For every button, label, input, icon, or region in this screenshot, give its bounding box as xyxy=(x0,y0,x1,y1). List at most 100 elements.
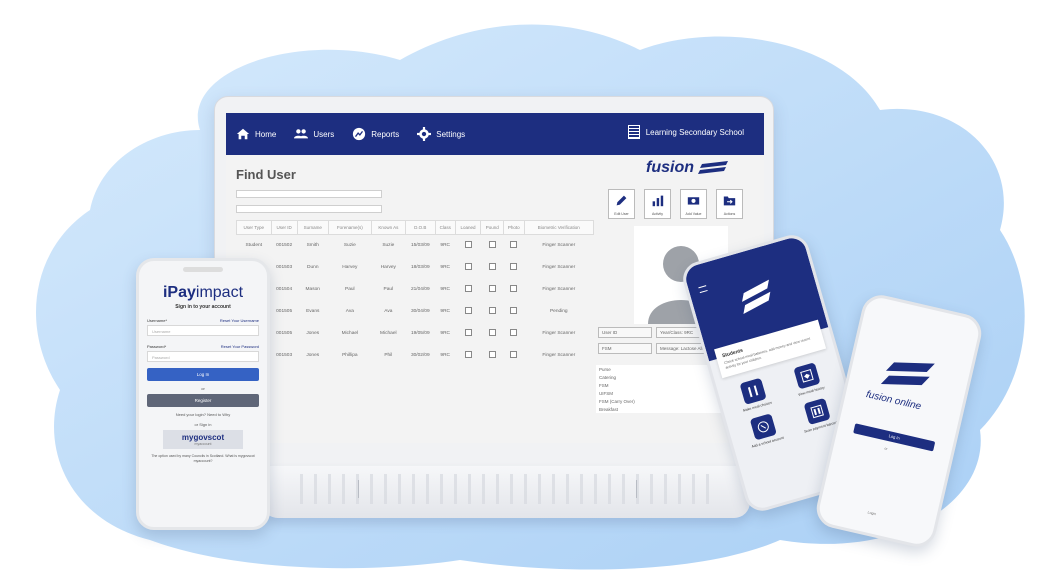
nav-reports-label: Reports xyxy=(371,129,400,139)
col-header[interactable]: Loaned xyxy=(454,220,482,235)
search-input-secondary[interactable] xyxy=(236,205,382,213)
password-input[interactable]: Password xyxy=(147,351,259,362)
add-value-button[interactable]: Add Value xyxy=(680,189,707,219)
register-button[interactable]: Register xyxy=(147,394,259,407)
hamburger-icon[interactable] xyxy=(698,285,708,294)
school-label: Learning Secondary School xyxy=(645,127,744,137)
cell: Smith xyxy=(306,243,319,249)
users-table: User Type User ID Surname Forename(s) Kn… xyxy=(236,220,595,367)
search-input[interactable] xyxy=(236,190,382,198)
reports-icon xyxy=(353,127,366,141)
loaned-checkbox[interactable] xyxy=(455,257,481,279)
table-row[interactable]: Student 001505 Evans Ava Ava 30/04/09 9R… xyxy=(237,301,594,323)
col-header[interactable]: D.O.B xyxy=(404,220,436,235)
table-row[interactable]: Student 001503 Jones Phillipa Phil 30/02… xyxy=(237,345,594,367)
col-header[interactable]: Photo xyxy=(503,220,525,235)
cell: 9RC xyxy=(440,331,451,336)
top-nav: Home Users Reports Settings Learning Sec… xyxy=(226,113,764,155)
pound-checkbox[interactable] xyxy=(481,345,504,367)
mygovscot-button[interactable]: mygovscot myaccount xyxy=(163,430,243,449)
school-name[interactable]: Learning Secondary School xyxy=(627,125,744,139)
table-header-row: User Type User ID Surname Forename(s) Kn… xyxy=(236,220,595,235)
nav-reports[interactable]: Reports xyxy=(352,127,399,141)
cell: Suzie xyxy=(343,243,356,249)
tile-add-account[interactable]: Add a school account xyxy=(737,410,791,451)
photo-checkbox[interactable] xyxy=(504,301,525,323)
table-row[interactable]: Student 001503 Dunn Harvey Harvey 18/03/… xyxy=(237,257,594,279)
col-header[interactable]: Pound xyxy=(480,220,505,235)
edit-user-button[interactable]: Edit User xyxy=(608,189,635,219)
fusion-emblem-icon xyxy=(742,279,771,314)
cell: 9RC xyxy=(440,265,451,270)
loaned-checkbox[interactable] xyxy=(455,235,481,257)
username-label: Username* xyxy=(147,318,168,323)
laptop-keyboard xyxy=(300,474,720,504)
pound-checkbox[interactable] xyxy=(481,301,504,323)
col-header[interactable]: User ID xyxy=(270,220,298,235)
signin-subtitle: Sign in to your account xyxy=(175,304,231,310)
money-icon xyxy=(687,197,700,205)
cell: 001502 xyxy=(276,243,293,249)
col-header[interactable]: Known As xyxy=(370,220,406,235)
cell: Jones xyxy=(306,331,320,336)
login-button[interactable]: Log In xyxy=(147,368,259,381)
cell: 9RC xyxy=(440,353,451,358)
folder-arrow-icon xyxy=(723,196,736,206)
phone-icon xyxy=(757,421,769,433)
loaned-checkbox[interactable] xyxy=(455,345,481,367)
fsm-field[interactable]: FSM xyxy=(598,343,652,354)
reset-username-link[interactable]: Reset Your Username xyxy=(220,318,259,323)
tile-meal-choices[interactable]: Make meal choices xyxy=(727,374,781,415)
col-header[interactable]: User Type xyxy=(236,220,272,235)
nav-settings[interactable]: Settings xyxy=(417,127,465,141)
online-login-button[interactable]: Log In xyxy=(853,423,936,452)
user-id-field[interactable]: User ID xyxy=(598,327,652,338)
cell: Ava xyxy=(384,309,393,314)
cell: Harvey xyxy=(342,265,358,270)
table-row[interactable]: Student 001502 Smith Suzie Suzie 15/03/0… xyxy=(237,235,594,257)
col-header[interactable]: Surname xyxy=(296,220,329,235)
photo-checkbox[interactable] xyxy=(504,279,525,301)
tile-meal-history[interactable]: View meal history xyxy=(781,359,835,400)
cell: 9RC xyxy=(440,287,451,292)
online-bottom-link[interactable]: Login xyxy=(867,510,876,516)
purse-name: Breakfast xyxy=(599,406,619,412)
activity-label: Activity xyxy=(651,212,664,216)
cell: Finger Scanner xyxy=(542,243,576,249)
nav-users[interactable]: Users xyxy=(294,127,334,141)
nav-home[interactable]: Home xyxy=(236,127,276,141)
table-row[interactable]: Student 001504 Mason Paul Paul 21/04/09 … xyxy=(237,279,594,301)
col-header[interactable]: Forename(s) xyxy=(327,220,372,235)
loaned-checkbox[interactable] xyxy=(455,279,481,301)
photo-checkbox[interactable] xyxy=(504,257,525,279)
photo-checkbox[interactable] xyxy=(504,235,525,257)
fusion-swoosh-icon xyxy=(698,161,728,174)
mygovscot-sub: myaccount xyxy=(194,442,212,446)
register-note[interactable]: Need your login? Need to Why xyxy=(139,412,267,417)
cell: Ava xyxy=(345,309,354,314)
add-value-label: Add Value xyxy=(685,212,702,216)
phone-notch xyxy=(183,267,223,272)
username-input[interactable]: Username xyxy=(147,325,259,336)
photo-checkbox[interactable] xyxy=(504,323,525,345)
loaned-checkbox[interactable] xyxy=(455,323,481,345)
table-row[interactable]: Student 001505 Jones Michael Michael 19/… xyxy=(237,323,594,345)
pound-checkbox[interactable] xyxy=(481,257,504,279)
col-header[interactable]: Biometric Verification xyxy=(523,220,595,235)
loaned-checkbox[interactable] xyxy=(455,301,481,323)
purse-header: Purse xyxy=(599,366,611,372)
cell: Finger Scanner xyxy=(542,287,576,292)
cell: 001505 xyxy=(276,331,293,336)
activity-button[interactable]: Activity xyxy=(644,189,671,219)
pound-checkbox[interactable] xyxy=(481,279,504,301)
cell: Pending xyxy=(549,309,568,314)
col-header[interactable]: Class xyxy=(434,220,456,235)
fusion-logo: fusion xyxy=(646,159,730,177)
cell: Student xyxy=(245,243,263,249)
cell: Mason xyxy=(305,287,320,292)
photo-checkbox[interactable] xyxy=(504,345,525,367)
reset-password-link[interactable]: Reset Your Password xyxy=(221,344,259,349)
pound-checkbox[interactable] xyxy=(481,235,504,257)
pound-checkbox[interactable] xyxy=(481,323,504,345)
actions-button[interactable]: Actions xyxy=(716,189,743,219)
